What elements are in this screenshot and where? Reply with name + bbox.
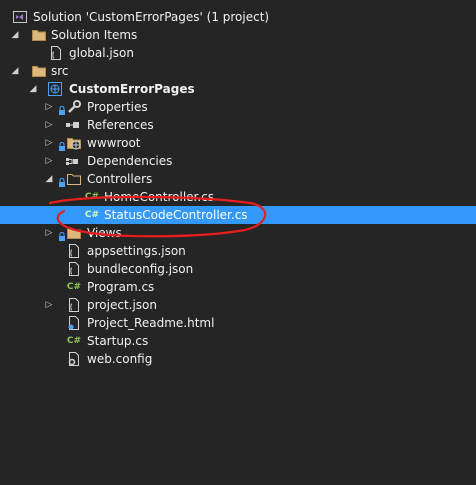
lock-icon <box>59 174 65 187</box>
dependencies-icon <box>64 153 80 169</box>
collapsed-arrow-icon[interactable]: ▷ <box>44 296 54 314</box>
tree-item-label: global.json <box>69 46 134 60</box>
tree-item-statuscodecontroller[interactable]: C# StatusCodeController.cs <box>0 206 476 224</box>
csharp-file-icon: C# <box>84 192 100 202</box>
tree-item-global-json[interactable]: global.json <box>0 44 476 62</box>
tree-item-controllers[interactable]: ◢ Controllers <box>0 170 476 188</box>
tree-item-wwwroot[interactable]: ▷ wwwroot <box>0 134 476 152</box>
wrench-icon <box>66 99 82 115</box>
tree-item-program[interactable]: C# Program.cs <box>0 278 476 296</box>
references-icon <box>64 117 80 133</box>
globe-folder-icon <box>66 135 82 151</box>
tree-item-label: web.config <box>87 352 153 366</box>
csharp-file-icon: C# <box>66 282 82 292</box>
expanded-arrow-icon[interactable]: ◢ <box>10 62 20 80</box>
collapsed-arrow-icon[interactable]: ▷ <box>44 224 54 242</box>
csharp-file-icon: C# <box>66 336 82 346</box>
collapsed-arrow-icon[interactable]: ▷ <box>44 134 54 152</box>
collapsed-arrow-icon[interactable]: ▷ <box>44 116 54 134</box>
json-file-icon <box>66 243 82 259</box>
tree-item-solution-items[interactable]: ◢ Solution Items <box>0 26 476 44</box>
lock-icon <box>59 138 65 151</box>
tree-item-references[interactable]: ▷ References <box>0 116 476 134</box>
csharp-file-icon: C# <box>84 210 100 220</box>
tree-item-views[interactable]: ▷ Views <box>0 224 476 242</box>
tree-item-web-config[interactable]: web.config <box>0 350 476 368</box>
tree-item-properties[interactable]: ▷ Properties <box>0 98 476 116</box>
tree-item-label: Project_Readme.html <box>87 316 215 330</box>
visual-studio-solution-icon <box>12 9 28 25</box>
tree-item-label: Views <box>87 226 122 240</box>
web-project-icon <box>47 81 63 97</box>
tree-item-customerrorpages[interactable]: ◢ CustomErrorPages <box>0 80 476 98</box>
tree-item-homecontroller[interactable]: C# HomeController.cs <box>0 188 476 206</box>
expanded-arrow-icon[interactable]: ◢ <box>10 26 20 44</box>
tree-item-label: Startup.cs <box>87 334 149 348</box>
tree-item-label: project.json <box>87 298 157 312</box>
tree-item-label: Properties <box>87 100 148 114</box>
tree-item-label: Program.cs <box>87 280 155 294</box>
folder-icon <box>66 225 82 241</box>
tree-item-label: References <box>87 118 154 132</box>
tree-item-startup[interactable]: C# Startup.cs <box>0 332 476 350</box>
tree-item-label: Solution 'CustomErrorPages' (1 project) <box>33 10 270 24</box>
lock-icon <box>59 102 65 115</box>
tree-item-project-json[interactable]: ▷ project.json <box>0 296 476 314</box>
collapsed-arrow-icon[interactable]: ▷ <box>44 152 54 170</box>
expanded-arrow-icon[interactable]: ◢ <box>28 80 38 98</box>
folder-icon <box>66 171 82 187</box>
tree-item-dependencies[interactable]: ▷ Dependencies <box>0 152 476 170</box>
collapsed-arrow-icon[interactable]: ▷ <box>44 98 54 116</box>
tree-item-label: Dependencies <box>87 154 173 168</box>
tree-item-label: src <box>51 64 69 78</box>
lock-icon <box>59 228 65 241</box>
tree-item-label: Solution Items <box>51 28 138 42</box>
html-file-icon <box>66 315 82 331</box>
json-file-icon <box>66 297 82 313</box>
tree-item-label: wwwroot <box>87 136 141 150</box>
tree-item-bundleconfig[interactable]: bundleconfig.json <box>0 260 476 278</box>
tree-item-label: CustomErrorPages <box>69 82 195 96</box>
tree-item-src[interactable]: ◢ src <box>0 62 476 80</box>
tree-item-label: HomeController.cs <box>104 190 215 204</box>
tree-item-project-readme[interactable]: Project_Readme.html <box>0 314 476 332</box>
tree-item-label: StatusCodeController.cs <box>104 208 248 222</box>
tree-item-label: Controllers <box>87 172 153 186</box>
tree-item-label: bundleconfig.json <box>87 262 194 276</box>
config-file-icon <box>66 351 82 367</box>
expanded-arrow-icon[interactable]: ◢ <box>44 170 54 188</box>
folder-icon <box>31 63 47 79</box>
json-file-icon <box>66 261 82 277</box>
tree-item-solution[interactable]: Solution 'CustomErrorPages' (1 project) <box>0 8 476 26</box>
tree-item-appsettings[interactable]: appsettings.json <box>0 242 476 260</box>
folder-icon <box>31 27 47 43</box>
json-file-icon <box>48 45 64 61</box>
tree-item-label: appsettings.json <box>87 244 186 258</box>
